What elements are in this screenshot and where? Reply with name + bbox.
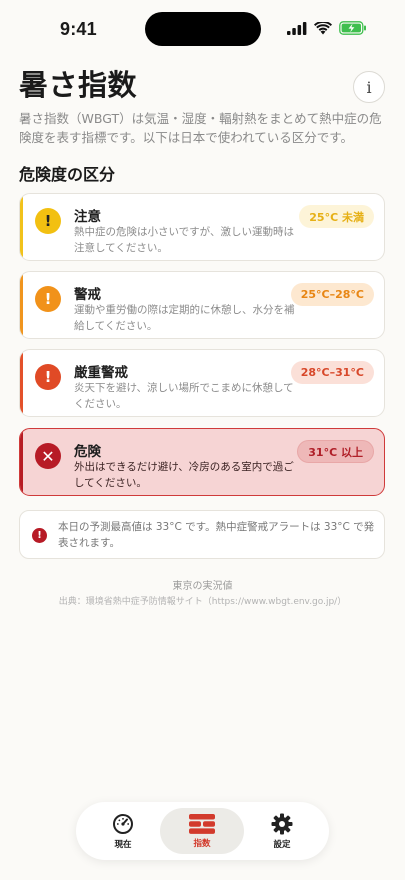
level-range-badge: 25°C–28°C: [290, 283, 374, 306]
gear-icon: [271, 813, 293, 834]
page-title: 暑さ指数: [19, 68, 138, 102]
tab-label: 現在: [114, 839, 132, 850]
status-icons: [287, 21, 367, 35]
level-card-danger: ✕ 危険 外出はできるだけ避け、冷房のある室内で過ごしてください。 31°C 以…: [19, 428, 385, 496]
close-icon: ✕: [35, 443, 61, 469]
status-bar: 9:41: [0, 0, 405, 58]
tab-index[interactable]: 指数: [160, 808, 244, 854]
cellular-signal-icon: [287, 21, 307, 35]
level-description: 炎天下を避け、涼しい場所でこまめに休憩してください。: [74, 382, 294, 410]
level-color-bar: [20, 272, 23, 338]
battery-charging-icon: [339, 21, 366, 35]
grid-icon: [189, 813, 215, 834]
level-title: 厳重警戒: [74, 365, 128, 381]
level-title: 危険: [74, 444, 101, 460]
info-button[interactable]: i: [353, 71, 385, 103]
level-card-caution: ! 注意 熱中症の危険は小さいですが、激しい運動時は注意してください。 25°C…: [19, 193, 385, 261]
tab-label: 設定: [273, 839, 291, 850]
status-time: 9:41: [60, 19, 97, 39]
level-description: 運動や重労働の際は定期的に休憩し、水分を補給してください。: [74, 304, 295, 332]
level-color-bar: [20, 350, 23, 416]
section-title: 危険度の区分: [19, 165, 116, 184]
exclamation-icon: !: [35, 364, 61, 390]
level-color-bar: [20, 429, 23, 495]
level-range-badge: 31°C 以上: [297, 440, 374, 463]
level-title: 注意: [74, 209, 101, 225]
level-card-warning: ! 警戒 運動や重労働の際は定期的に休憩し、水分を補給してください。 25°C–…: [19, 271, 385, 339]
tab-settings[interactable]: 設定: [240, 808, 324, 854]
info-icon: i: [366, 77, 372, 97]
level-color-bar: [20, 194, 23, 260]
level-description: 外出はできるだけ避け、冷房のある室内で過ごしてください。: [74, 461, 294, 489]
gauge-icon: [113, 813, 133, 834]
level-title: 警戒: [74, 287, 101, 303]
tab-bar: 現在 指数 設定: [76, 802, 329, 860]
source-title: 東京の実況値: [172, 581, 233, 592]
source-link[interactable]: 出典：環境省熱中症予防情報サイト（https://www.wbgt.env.go…: [0, 594, 405, 607]
alert-text: 本日の予測最高値は 33°C です。熱中症警戒アラートは 33°C で発表されま…: [58, 521, 375, 549]
level-range-badge: 28°C–31°C: [290, 361, 374, 384]
wifi-icon: [314, 21, 332, 34]
level-description: 熱中症の危険は小さいですが、激しい運動時は注意してください。: [74, 226, 294, 254]
alert-note: ! 本日の予測最高値は 33°C です。熱中症警戒アラートは 33°C で発表さ…: [19, 510, 385, 559]
exclamation-icon: !: [35, 208, 61, 234]
tab-current[interactable]: 現在: [81, 808, 165, 854]
exclamation-icon: !: [32, 528, 47, 543]
exclamation-icon: !: [35, 286, 61, 312]
intro-text: 暑さ指数（WBGT）は気温・湿度・輻射熱をまとめて熱中症の危険度を表す指標です。…: [19, 111, 382, 145]
dynamic-island: [145, 12, 261, 46]
level-range-badge: 25°C 未満: [299, 205, 374, 228]
level-card-severe-warning: ! 厳重警戒 炎天下を避け、涼しい場所でこまめに休憩してください。 28°C–3…: [19, 349, 385, 417]
tab-label: 指数: [193, 838, 211, 849]
